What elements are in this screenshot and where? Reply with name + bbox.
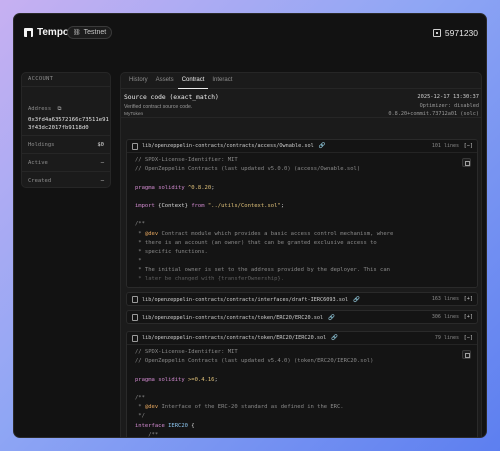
copy-address-icon[interactable]: ⧉ [58,106,62,112]
file-line-count: 101 lines [431,143,459,149]
link-icon[interactable]: 🔗 [353,297,360,303]
file-line-count: 163 lines [431,296,459,302]
brand-logo[interactable]: Tempo [24,27,69,38]
file-icon [132,296,138,303]
code-block: // SPDX-License-Identifier: MIT // OpenZe… [127,345,477,438]
address-label: Address ⧉ [28,106,61,113]
code-line: // OpenZeppelin Contracts (last updated … [135,358,374,365]
link-icon[interactable]: 🔗 [319,143,326,149]
tab-assets[interactable]: Assets [152,73,178,89]
code-line: pragma solidity >=0.4.16; [135,376,218,383]
link-icon[interactable]: 🔗 [328,315,335,321]
compiler-version: 0.8.20+commit.73712a01 (solc) [388,111,479,117]
source-subtitle: Verified contract source code. [124,104,193,110]
code-line: /** [135,221,145,228]
file-path: lib/openzeppelin-contracts/contracts/acc… [142,143,314,149]
tab-interact[interactable]: Interact [208,73,236,89]
divider [22,153,110,154]
brand-name: Tempo [37,27,70,38]
top-bar: Tempo ⛓ Testnet 5971230 [14,14,486,54]
copy-code-icon[interactable] [462,158,471,167]
expand-toggle[interactable]: [+] [464,296,473,302]
file-path: lib/openzeppelin-contracts/contracts/tok… [142,314,324,321]
network-icon: ⛓ [73,30,81,36]
tab-contract[interactable]: Contract [177,73,209,89]
code-line: // SPDX-License-Identifier: MIT [135,157,238,163]
code-line: // SPDX-License-Identifier: MIT [135,349,238,355]
collapse-toggle[interactable]: [−] [464,335,473,341]
copy-code-icon[interactable] [462,350,471,359]
file-header[interactable]: lib/openzeppelin-contracts/contracts/tok… [127,332,477,345]
block-number-value: 5971230 [444,28,478,38]
code-fade [127,273,477,287]
tempo-logo-icon [24,28,33,37]
code-line: import {Context} from "../utils/Context.… [135,202,285,209]
file-path: lib/openzeppelin-contracts/contracts/tok… [142,335,327,341]
created-value: — [100,178,104,184]
source-file: lib/openzeppelin-contracts/contracts/tok… [126,310,478,324]
file-icon [132,142,138,150]
source-file: lib/openzeppelin-contracts/contracts/tok… [126,331,478,438]
file-header[interactable]: lib/openzeppelin-contracts/contracts/tok… [127,311,477,323]
divider [22,135,110,136]
block-number[interactable]: 5971230 [432,28,478,38]
account-heading: ACCOUNT [22,73,110,87]
file-icon [132,334,138,342]
contract-name: MyToken [124,112,144,117]
holdings-value: $0 [97,142,104,148]
holdings-label: Holdings [28,142,55,148]
network-badge[interactable]: ⛓ Testnet [67,26,113,39]
code-line: * [135,258,142,265]
code-line: /** [135,394,145,401]
code-line: */ [135,413,145,420]
code-line: interface IERC20 { [135,422,195,429]
verified-date: 2025-12-17 13:30:37 [417,94,479,100]
network-label: Testnet [83,29,107,36]
address-label-text: Address [28,106,52,112]
code-line: * @dev Interface of the ERC-20 standard … [135,404,344,411]
source-file: lib/openzeppelin-contracts/contracts/acc… [126,139,478,288]
file-icon [132,314,138,321]
tab-history[interactable]: History [125,73,152,89]
code-line: * @dev Contract module which provides a … [135,230,394,237]
link-icon[interactable]: 🔗 [331,335,338,341]
block-icon [432,29,441,37]
optimizer-status: Optimizer: disabled [419,103,479,109]
address-value[interactable]: 0x3fd4a63572166c73511e913f43dc2017fb9118… [28,116,110,132]
file-header[interactable]: lib/openzeppelin-contracts/contracts/int… [127,293,477,305]
active-label: Active [28,160,48,166]
divider [22,171,110,172]
active-value: — [100,160,104,166]
code-line: * there is an account (an owner) that ca… [135,239,377,246]
explorer-window: Tempo ⛓ Testnet 5971230 ACCOUNT Address … [13,13,487,438]
code-line: pragma solidity ^0.8.20; [135,184,215,191]
code-line: // OpenZeppelin Contracts (last updated … [135,166,361,173]
code-block: // SPDX-License-Identifier: MIT // OpenZe… [127,153,477,287]
code-line: * specific functions. [135,248,208,255]
file-line-count: 79 lines [434,335,459,341]
tab-bar: History Assets Contract Interact [121,73,481,89]
expand-toggle[interactable]: [+] [464,314,473,320]
code-line: /** [135,431,159,438]
created-label: Created [28,178,52,184]
source-file: lib/openzeppelin-contracts/contracts/int… [126,292,478,306]
contract-panel: History Assets Contract Interact Source … [120,72,482,438]
collapse-toggle[interactable]: [−] [464,143,473,149]
file-line-count: 306 lines [431,314,459,320]
file-header[interactable]: lib/openzeppelin-contracts/contracts/acc… [127,140,477,153]
source-title: Source code (exact_match) [124,94,219,101]
file-path: lib/openzeppelin-contracts/contracts/int… [142,296,349,303]
source-header: Source code (exact_match) Verified contr… [121,90,481,118]
account-card: ACCOUNT Address ⧉ 0x3fd4a63572166c73511e… [21,72,111,188]
